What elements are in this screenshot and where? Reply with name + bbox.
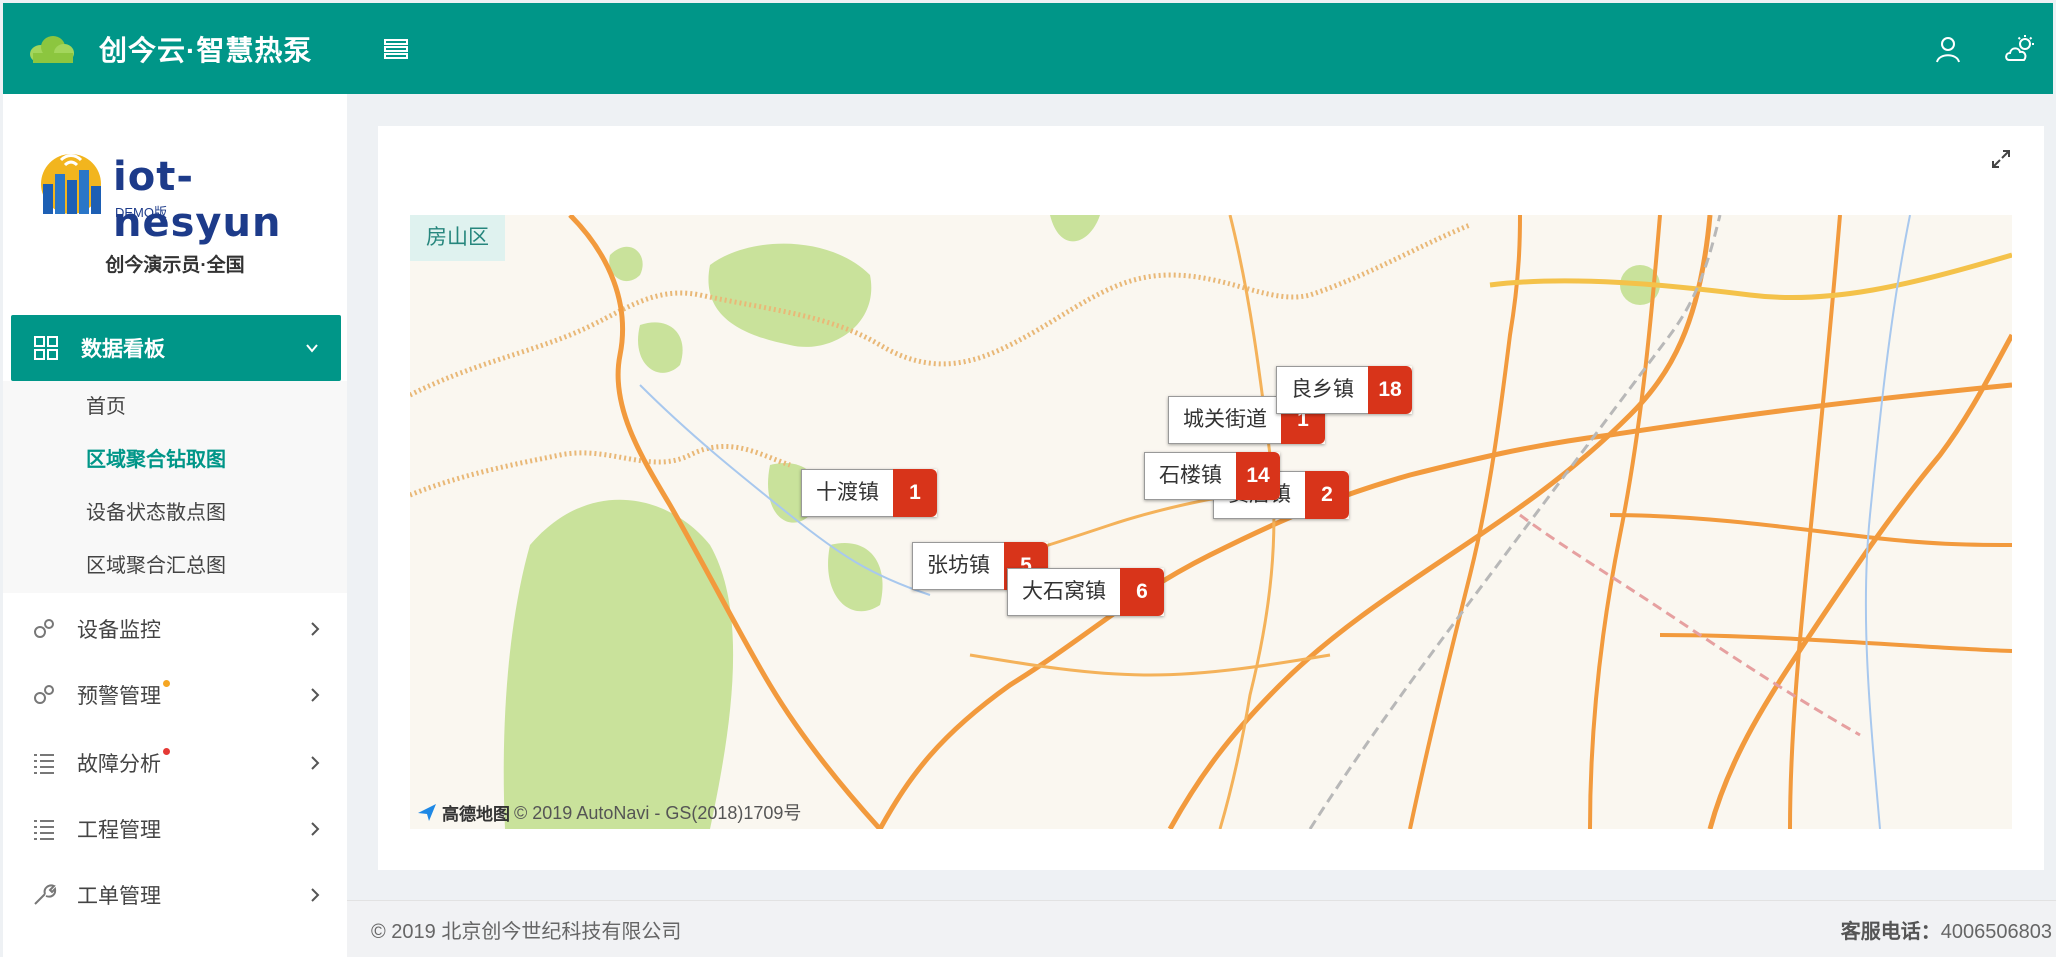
marker-name: 石楼镇 <box>1144 452 1236 500</box>
footer: © 2019 北京创今世纪科技有限公司 客服电话：4006506803 <box>347 900 2056 957</box>
logo-edition: DEMO版 <box>115 205 168 220</box>
sidebar-item-label: 工程管理 <box>77 819 161 842</box>
weather-icon[interactable] <box>2003 32 2037 66</box>
grid-icon <box>34 336 58 360</box>
nav-group-dashboard[interactable]: 数据看板 <box>11 315 341 381</box>
map-view[interactable]: 房山区 十渡镇 1 张坊镇 5 大石窝镇 6 窦店镇 2 石楼镇 14 城关街道… <box>410 215 2012 829</box>
amap-logo-icon <box>418 804 436 821</box>
notification-dot <box>163 680 170 687</box>
region-tag: 房山区 <box>410 215 505 261</box>
sidebar-item-label: 工单管理 <box>77 885 161 908</box>
fullscreen-icon[interactable] <box>1990 148 2012 170</box>
checklist-icon <box>34 820 54 840</box>
map-marker-liangxiang[interactable]: 良乡镇 18 <box>1276 366 1412 414</box>
logo-text: iot-nesyun <box>113 154 282 246</box>
marker-name: 城关街道 <box>1168 396 1281 444</box>
subnav-item-region-drilldown[interactable]: 区域聚合钻取图 <box>3 434 347 487</box>
chevron-down-icon <box>306 344 318 353</box>
map-marker-dashiwo[interactable]: 大石窝镇 6 <box>1007 568 1164 616</box>
checklist-icon <box>34 754 54 774</box>
map-attribution: 高德地图 © 2019 AutoNavi - GS(2018)1709号 <box>416 799 801 825</box>
subnav-item-region-summary[interactable]: 区域聚合汇总图 <box>3 540 347 593</box>
sidebar-item-label-text: 故障分析 <box>77 753 161 776</box>
chevron-right-icon <box>311 688 320 702</box>
marker-name: 良乡镇 <box>1276 366 1368 414</box>
notification-dot <box>163 748 170 755</box>
cloud-icon <box>30 35 74 63</box>
marker-count: 1 <box>893 469 937 517</box>
nav-group-label: 数据看板 <box>81 338 165 361</box>
sidebar-item-label: 预警管理 <box>77 680 170 710</box>
map-card: 房山区 十渡镇 1 张坊镇 5 大石窝镇 6 窦店镇 2 石楼镇 14 城关街道… <box>378 126 2044 870</box>
marker-count: 6 <box>1120 568 1164 616</box>
gears-icon <box>34 685 54 704</box>
chevron-right-icon <box>311 756 320 770</box>
brand: 创今云·智慧热泵 <box>3 29 363 69</box>
subnav-item-home[interactable]: 首页 <box>3 381 347 434</box>
marker-name: 张坊镇 <box>912 542 1004 590</box>
sidebar-item-label-text: 预警管理 <box>77 685 161 708</box>
sidebar-item-alert-management[interactable]: 预警管理 <box>3 662 347 728</box>
app-title: 创今云·智慧热泵 <box>99 34 313 66</box>
phone-label: 客服电话： <box>1840 920 1941 943</box>
attribution-text: © 2019 AutoNavi - GS(2018)1709号 <box>514 803 802 823</box>
sidebar: iot-nesyun DEMO版 创今演示员·全国 数据看板 首页 区域聚合钻取… <box>3 94 347 957</box>
amap-logo-text: 高德地图 <box>442 804 510 824</box>
map-base-layer <box>410 215 2012 829</box>
header-actions <box>1931 32 2053 66</box>
map-marker-shilou[interactable]: 石楼镇 14 <box>1144 452 1280 500</box>
marker-name: 大石窝镇 <box>1007 568 1120 616</box>
logo-badge-icon <box>41 154 101 214</box>
map-marker-shidu[interactable]: 十渡镇 1 <box>801 469 937 517</box>
logo-area: iot-nesyun DEMO版 创今演示员·全国 <box>3 94 347 315</box>
top-navbar: 创今云·智慧热泵 <box>3 3 2053 94</box>
subnav-item-device-scatter[interactable]: 设备状态散点图 <box>3 487 347 540</box>
marker-count: 14 <box>1236 452 1280 500</box>
sidebar-item-device-monitor[interactable]: 设备监控 <box>3 596 347 662</box>
sidebar-item-project-management[interactable]: 工程管理 <box>3 796 347 862</box>
sidebar-item-label: 设备监控 <box>77 619 161 642</box>
sidebar-item-work-order[interactable]: 工单管理 <box>3 862 347 928</box>
gears-icon <box>34 619 54 638</box>
phone-number: 4006506803 <box>1940 920 2052 943</box>
wrench-icon <box>34 884 57 905</box>
user-name: 创今演示员·全国 <box>105 255 245 276</box>
chevron-right-icon <box>311 888 320 902</box>
copyright-text: © 2019 北京创今世纪科技有限公司 <box>371 920 682 943</box>
marker-name: 十渡镇 <box>801 469 893 517</box>
marker-count: 2 <box>1305 471 1349 519</box>
menu-toggle-icon[interactable] <box>379 32 413 66</box>
user-icon[interactable] <box>1931 32 1965 66</box>
sidebar-item-label: 故障分析 <box>77 748 170 778</box>
service-phone: 客服电话：4006506803 <box>1841 915 2052 944</box>
chevron-right-icon <box>311 822 320 836</box>
chevron-right-icon <box>311 622 320 636</box>
subnav-dashboard: 首页 区域聚合钻取图 设备状态散点图 区域聚合汇总图 <box>3 381 347 593</box>
sidebar-item-fault-analysis[interactable]: 故障分析 <box>3 730 347 796</box>
marker-count: 18 <box>1368 366 1412 414</box>
